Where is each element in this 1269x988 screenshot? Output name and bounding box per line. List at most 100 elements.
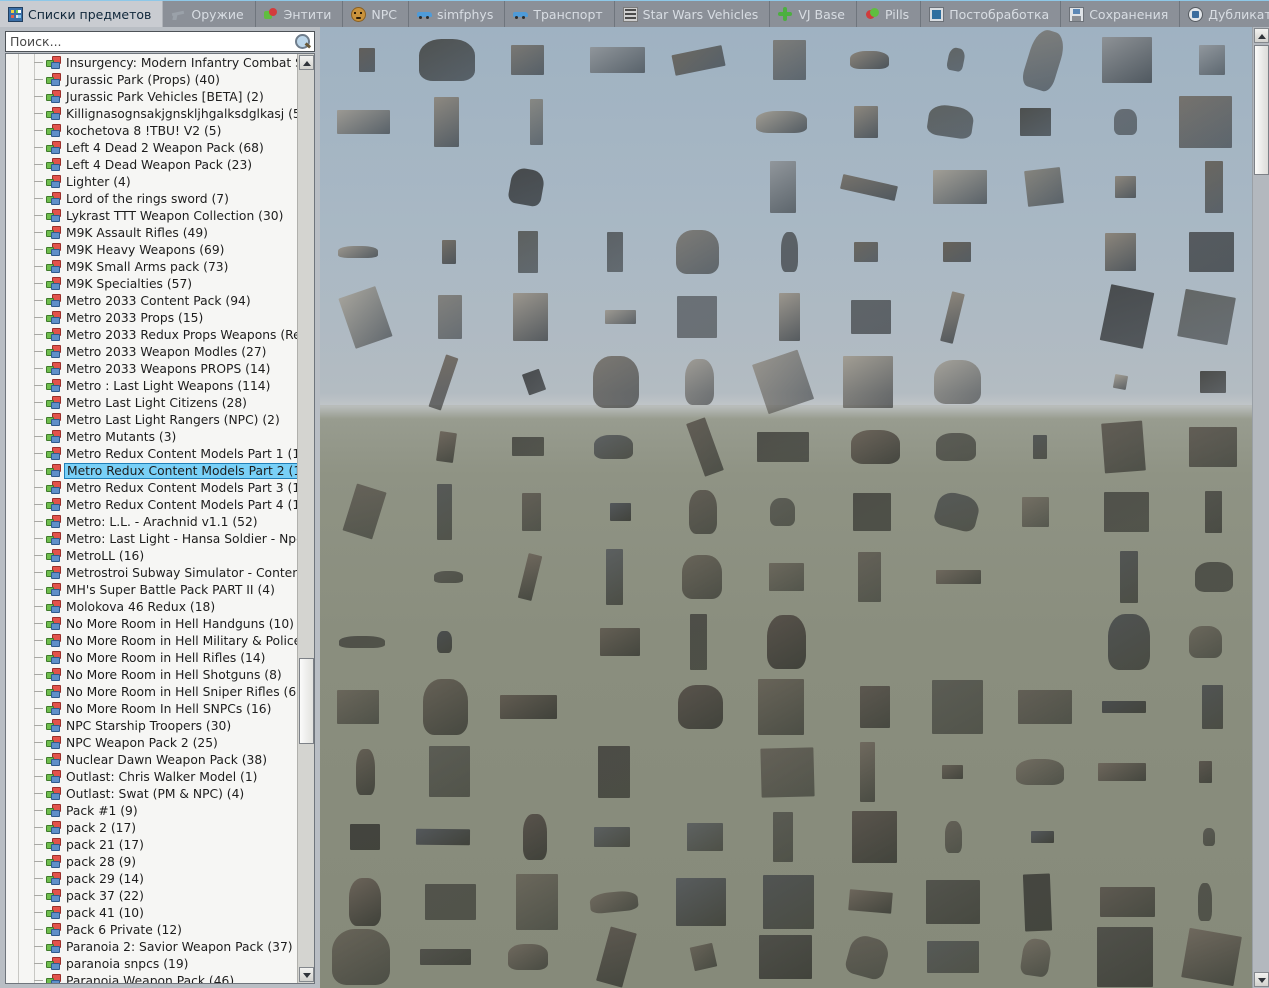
viewport-scroll-down-button[interactable] xyxy=(1254,972,1269,987)
list-item[interactable]: M9K Specialties (57) xyxy=(6,275,297,292)
prop-model[interactable] xyxy=(337,109,391,135)
list-item[interactable]: Paranoia 2: Savior Weapon Pack (37) xyxy=(6,938,297,955)
prop-model[interactable] xyxy=(1197,882,1212,922)
list-item[interactable]: pack 28 (9) xyxy=(6,853,297,870)
prop-model[interactable] xyxy=(756,111,808,133)
prop-model[interactable] xyxy=(759,934,812,980)
prop-model[interactable] xyxy=(605,310,637,324)
prop-model[interactable] xyxy=(1204,490,1222,534)
prop-model[interactable] xyxy=(676,878,727,926)
prop-model[interactable] xyxy=(671,44,725,76)
prop-model[interactable] xyxy=(767,615,806,669)
prop-model[interactable] xyxy=(758,678,805,736)
prop-model[interactable] xyxy=(1119,550,1138,604)
prop-model[interactable] xyxy=(850,299,892,335)
prop-model[interactable] xyxy=(935,569,982,585)
prop-model[interactable] xyxy=(437,630,453,654)
prop-model[interactable] xyxy=(593,826,631,848)
list-item[interactable]: Jurassic Park Vehicles [BETA] (2) xyxy=(6,88,297,105)
list-item[interactable]: Metro : Last Light Weapons (114) xyxy=(6,377,297,394)
prop-model[interactable] xyxy=(522,368,547,396)
prop-model[interactable] xyxy=(350,824,380,850)
list-item[interactable]: Pack 6 Private (12) xyxy=(6,921,297,938)
list-item[interactable]: paranoia snpcs (19) xyxy=(6,955,297,972)
prop-model[interactable] xyxy=(1099,887,1155,917)
prop-model[interactable] xyxy=(931,489,982,535)
list-item[interactable]: Metrostroi Subway Simulator - Content Pa… xyxy=(6,564,297,581)
model-preview-viewport[interactable] xyxy=(320,27,1252,988)
list-item[interactable]: pack 41 (10) xyxy=(6,904,297,921)
prop-model[interactable] xyxy=(772,812,794,862)
prop-model[interactable] xyxy=(593,355,639,409)
list-item[interactable]: Jurassic Park (Props) (40) xyxy=(6,71,297,88)
list-item[interactable]: Metro 2033 Redux Props Weapons (Revisit.… xyxy=(6,326,297,343)
item-list[interactable]: Insurgency: Modern Infantry Combat Snipe… xyxy=(6,54,297,983)
prop-model[interactable] xyxy=(332,928,390,986)
prop-model[interactable] xyxy=(756,432,810,462)
list-item[interactable]: Metro 2033 Weapons PROPS (14) xyxy=(6,360,297,377)
prop-model[interactable] xyxy=(434,96,459,148)
list-item[interactable]: No More Room in Hell Rifles (14) xyxy=(6,649,297,666)
prop-model[interactable] xyxy=(523,814,547,860)
list-item[interactable]: M9K Small Arms pack (73) xyxy=(6,258,297,275)
prop-model[interactable] xyxy=(686,417,725,477)
tab-11[interactable]: Дубликаты xyxy=(1180,1,1269,27)
prop-model[interactable] xyxy=(934,360,982,404)
search-field[interactable] xyxy=(5,31,315,52)
list-item[interactable]: Left 4 Dead 2 Weapon Pack (68) xyxy=(6,139,297,156)
prop-model[interactable] xyxy=(1022,873,1053,931)
prop-model[interactable] xyxy=(942,242,971,262)
tab-9[interactable]: Постобработка xyxy=(921,1,1062,27)
prop-model[interactable] xyxy=(690,613,707,671)
viewport-scrollbar-thumb[interactable] xyxy=(1254,45,1269,175)
prop-model[interactable] xyxy=(860,685,890,729)
prop-model[interactable] xyxy=(436,430,458,464)
list-item[interactable]: pack 29 (14) xyxy=(6,870,297,887)
search-icon[interactable] xyxy=(292,32,314,51)
prop-model[interactable] xyxy=(1189,626,1223,658)
list-item[interactable]: No More Room In Hell SNPCs (16) xyxy=(6,700,297,717)
prop-model[interactable] xyxy=(1176,288,1236,346)
prop-model[interactable] xyxy=(437,483,452,541)
prop-model[interactable] xyxy=(1115,176,1137,198)
prop-model[interactable] xyxy=(851,430,900,464)
prop-model[interactable] xyxy=(839,173,898,201)
prop-model[interactable] xyxy=(1104,232,1136,272)
list-item[interactable]: No More Room in Hell Military & Police W… xyxy=(6,632,297,649)
tab-4[interactable]: simfphys xyxy=(409,1,506,27)
list-item[interactable]: pack 2 (17) xyxy=(6,819,297,836)
prop-model[interactable] xyxy=(1018,690,1073,724)
prop-model[interactable] xyxy=(760,746,814,798)
list-item[interactable]: Paranoia Weapon Pack (46) xyxy=(6,972,297,983)
list-item[interactable]: Outlast: Swat (PM & NPC) (4) xyxy=(6,785,297,802)
prop-model[interactable] xyxy=(926,103,976,141)
prop-model[interactable] xyxy=(1020,27,1069,94)
prop-model[interactable] xyxy=(513,293,548,341)
prop-model[interactable] xyxy=(1016,758,1064,786)
prop-model[interactable] xyxy=(606,232,623,272)
prop-model[interactable] xyxy=(499,694,558,720)
prop-model[interactable] xyxy=(1021,497,1049,527)
list-item[interactable]: Killignasognsakjgnskljhgalksdglkasj (55) xyxy=(6,105,297,122)
prop-model[interactable] xyxy=(1107,613,1151,671)
list-scroll-up-button[interactable] xyxy=(299,55,314,70)
list-item[interactable]: NPC Weapon Pack 2 (25) xyxy=(6,734,297,751)
prop-model[interactable] xyxy=(1202,828,1216,846)
prop-model[interactable] xyxy=(1181,927,1243,987)
list-scrollbar-thumb[interactable] xyxy=(299,658,314,744)
prop-model[interactable] xyxy=(942,765,963,779)
tab-3[interactable]: NPC xyxy=(343,1,409,27)
prop-model[interactable] xyxy=(853,106,879,138)
prop-model[interactable] xyxy=(517,552,543,602)
list-item[interactable]: MetroLL (16) xyxy=(6,547,297,564)
prop-model[interactable] xyxy=(1188,231,1235,273)
prop-model[interactable] xyxy=(1189,426,1238,468)
prop-model[interactable] xyxy=(507,166,547,208)
prop-model[interactable] xyxy=(1199,760,1213,784)
list-item[interactable]: Metro: Last Light - Hansa Soldier - Npc … xyxy=(6,530,297,547)
tab-8[interactable]: Pills xyxy=(856,1,922,27)
prop-model[interactable] xyxy=(1114,108,1137,136)
list-item[interactable]: Metro Last Light Citizens (28) xyxy=(6,394,297,411)
list-item[interactable]: Metro Redux Content Models Part 3 (1543) xyxy=(6,479,297,496)
prop-model[interactable] xyxy=(842,356,893,408)
